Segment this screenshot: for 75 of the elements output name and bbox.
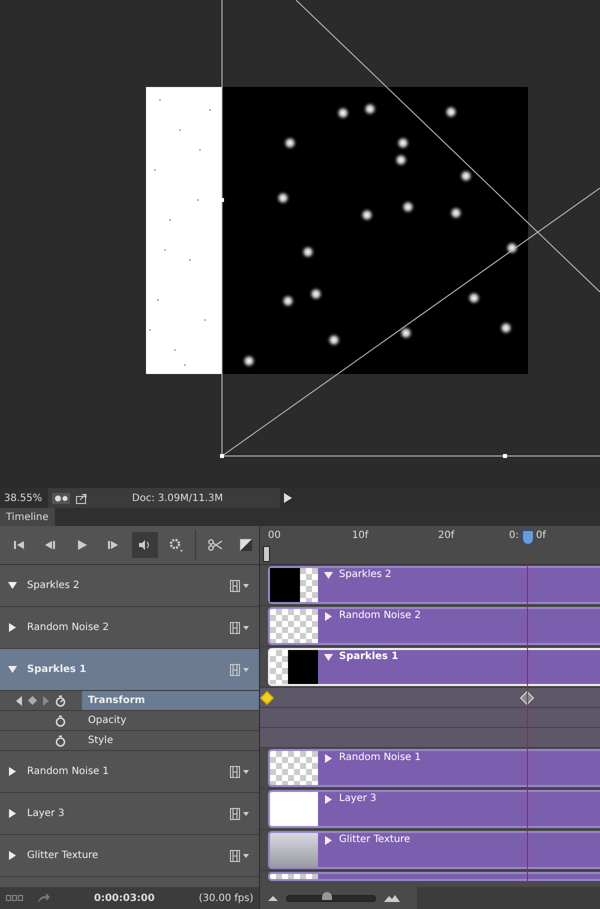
layer-name: Random Noise 2 (27, 622, 110, 633)
ruler-label: 0: (509, 530, 519, 541)
next-keyframe-icon (43, 696, 49, 706)
collapsed-triangle-icon[interactable] (324, 754, 333, 763)
stopwatch-icon[interactable] (55, 734, 66, 746)
clip-name: Random Noise 2 (339, 610, 421, 621)
layer-name: Sparkles 2 (27, 580, 80, 591)
transition-icon (240, 539, 252, 551)
ruler-label: 0f (536, 530, 546, 541)
collapsed-triangle-icon[interactable] (8, 623, 17, 632)
keyframe[interactable] (260, 690, 274, 706)
zoom-percentage[interactable]: 38.55% (0, 492, 48, 504)
film-menu-icon[interactable] (230, 622, 249, 634)
zoom-out-mountain-icon (268, 896, 278, 900)
expanded-triangle-icon[interactable] (324, 571, 333, 580)
zoom-in-mountain-icon (384, 894, 400, 902)
layer-clip[interactable] (268, 872, 600, 881)
ruler-label: 20f (438, 530, 454, 541)
expanded-triangle-icon[interactable] (324, 653, 333, 662)
layer-clip[interactable]: Random Noise 1 (268, 749, 600, 787)
property-name[interactable]: Opacity (82, 711, 259, 730)
collapsed-triangle-icon[interactable] (324, 836, 333, 845)
play-icon (76, 540, 87, 550)
next-frame-icon (108, 540, 118, 550)
film-menu-icon[interactable] (230, 766, 249, 778)
scissors-icon (208, 539, 222, 551)
layer-clip[interactable]: Sparkles 1 (268, 648, 600, 686)
clip-name: Layer 3 (339, 793, 376, 804)
keyframe-icon (28, 696, 37, 705)
timeline-tab[interactable]: Timeline (0, 508, 55, 526)
clip-name: Sparkles 1 (339, 651, 398, 662)
clip-name: Random Noise 1 (339, 752, 421, 763)
previous-frame-icon (45, 540, 56, 550)
first-frame-icon (14, 540, 24, 550)
film-menu-icon[interactable] (230, 808, 249, 820)
stopwatch-icon[interactable] (55, 694, 66, 706)
frames-icon (6, 895, 24, 901)
audio-button[interactable] (132, 532, 158, 558)
layer-clip[interactable]: Glitter Texture (268, 831, 600, 869)
layer-name: Layer 3 (27, 808, 66, 819)
collapsed-triangle-icon[interactable] (8, 851, 17, 860)
stopwatch-icon[interactable] (55, 714, 66, 726)
collapsed-triangle-icon[interactable] (324, 795, 333, 804)
property-name[interactable]: Style (82, 731, 259, 750)
work-area-handle[interactable] (263, 546, 270, 562)
previous-keyframe-icon (16, 696, 22, 706)
play-arrow-icon (284, 493, 292, 503)
collapsed-triangle-icon[interactable] (324, 612, 333, 621)
frame-rate: (30.00 fps) (198, 892, 254, 904)
film-menu-icon[interactable] (230, 850, 249, 862)
clip-name: Sparkles 2 (339, 569, 392, 580)
clip-name: Glitter Texture (339, 834, 410, 845)
film-menu-icon[interactable] (230, 580, 249, 592)
expanded-triangle-icon[interactable] (8, 581, 17, 590)
arrow-icon (38, 893, 50, 903)
playhead-handle[interactable] (522, 530, 534, 545)
collapsed-triangle-icon[interactable] (8, 809, 17, 818)
zoom-slider[interactable] (286, 894, 376, 902)
film-menu-icon[interactable] (230, 664, 249, 676)
expanded-triangle-icon[interactable] (8, 665, 17, 674)
layer-clip[interactable]: Sparkles 2 (268, 566, 600, 604)
speaker-icon (138, 540, 151, 550)
layer-name: Random Noise 1 (27, 766, 110, 777)
layer-name: Glitter Texture (27, 850, 100, 861)
current-time: 0:00:03:00 (94, 892, 155, 904)
layer-row[interactable]: Sparkles 1 (0, 649, 259, 691)
share-icon (76, 492, 88, 504)
document-size: Doc: 3.09M/11.3M (132, 492, 224, 504)
property-name[interactable]: Transform (82, 691, 259, 710)
layer-clip[interactable]: Random Noise 2 (268, 607, 600, 645)
collapsed-triangle-icon[interactable] (8, 767, 17, 776)
ruler-label: 10f (352, 530, 368, 541)
layer-name: Sparkles 1 (27, 664, 88, 675)
layer-clip[interactable]: Layer 3 (268, 790, 600, 828)
ruler-label: 00 (268, 530, 281, 541)
